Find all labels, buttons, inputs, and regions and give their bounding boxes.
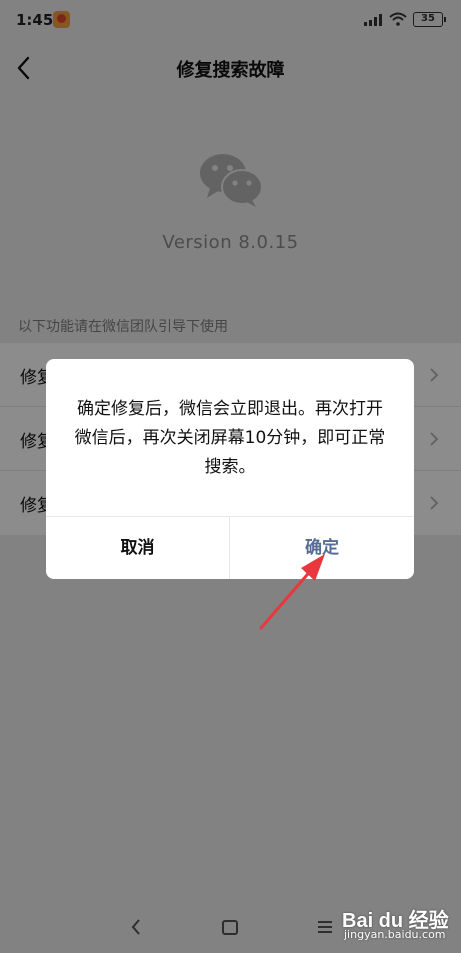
confirm-dialog: 确定修复后，微信会立即退出。再次打开微信后，再次关闭屏幕10分钟，即可正常搜索。…	[46, 359, 414, 579]
dialog-actions: 取消 确定	[46, 516, 414, 579]
dialog-message: 确定修复后，微信会立即退出。再次打开微信后，再次关闭屏幕10分钟，即可正常搜索。	[74, 399, 386, 477]
baidu-jingyan-watermark: Bai du 经验 jingyan.baidu.com	[342, 904, 454, 948]
cancel-button[interactable]: 取消	[46, 517, 230, 579]
screen: 1:45 35 修复搜索故障 Version 8.0.15 以下功能请在微信团队…	[0, 0, 461, 953]
annotation-arrow-icon	[259, 554, 325, 630]
watermark-url: jingyan.baidu.com	[344, 928, 446, 941]
